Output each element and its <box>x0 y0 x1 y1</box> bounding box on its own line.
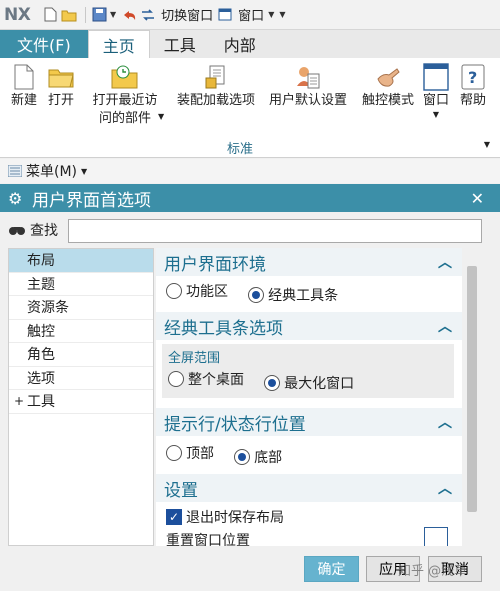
search-row: 查找 <box>0 212 500 248</box>
customize-qat-icon[interactable]: ▼ <box>279 10 285 19</box>
recent-folder-icon <box>82 62 168 92</box>
save-dropdown-icon[interactable]: ▼ <box>110 10 116 19</box>
svg-text:?: ? <box>468 68 477 87</box>
radio-maximized-window[interactable]: 最大化窗口 <box>264 370 354 396</box>
close-icon[interactable]: ✕ <box>471 189 484 208</box>
collapse-icon[interactable]: ︿ <box>438 252 452 272</box>
help-button[interactable]: ? 帮助 <box>456 62 490 110</box>
tab-tools[interactable]: 工具 <box>150 30 210 58</box>
collapse-icon[interactable]: ︿ <box>438 478 452 498</box>
section-header[interactable]: 设置 ︿ <box>156 474 462 502</box>
window-dropdown-icon[interactable]: ▼ <box>420 110 452 120</box>
switch-window-label[interactable]: 切换窗口 <box>161 5 213 24</box>
window-menu-label[interactable]: 窗口 <box>238 5 264 24</box>
open-recent-dropdown-icon[interactable]: ▼ <box>158 112 164 121</box>
window-dropdown-icon[interactable]: ▼ <box>268 10 274 19</box>
menu-bar: 菜单(M) ▼ <box>0 159 500 183</box>
radio-button[interactable] <box>166 283 182 299</box>
tree-item-theme[interactable]: 主题 <box>9 273 153 296</box>
tab-file[interactable]: 文件(F) <box>0 30 88 58</box>
section-header[interactable]: 经典工具条选项 ︿ <box>156 312 462 340</box>
open-button[interactable]: 打开 <box>44 62 78 110</box>
save-icon[interactable] <box>91 7 107 23</box>
tab-home[interactable]: 主页 <box>87 30 150 58</box>
radio-button[interactable] <box>234 449 251 465</box>
section-classic-toolbar-options: 经典工具条选项 ︿ 全屏范围 整个桌面 最大化窗口 <box>156 312 462 398</box>
ribbon-options-icon[interactable]: ▼ <box>484 140 490 149</box>
search-label: 查找 <box>30 223 58 239</box>
radio-ribbon[interactable]: 功能区 <box>166 278 228 304</box>
radio-button[interactable] <box>168 371 184 387</box>
section-settings: 设置 ︿ ✓ 退出时保存布局 重置窗口位置 <box>156 474 462 546</box>
ribbon-tabs: 文件(F) 主页 工具 内部 <box>0 30 500 58</box>
new-document-icon <box>6 62 42 92</box>
hand-pointer-icon <box>358 62 418 92</box>
watermark: 知乎 @浅草 <box>398 564 468 579</box>
section-prompt-line-position: 提示行/状态行位置 ︿ 顶部 底部 <box>156 408 462 470</box>
window-icon[interactable] <box>217 7 233 23</box>
search-input[interactable] <box>68 219 482 243</box>
section-header[interactable]: 提示行/状态行位置 ︿ <box>156 408 462 436</box>
ribbon-group-label: 标准 <box>226 142 253 157</box>
preferences-tree: 布局 主题 资源条 触控 角色 选项 + 工具 <box>8 248 154 546</box>
separator <box>85 6 86 23</box>
section-ui-environment: 用户界面环境 ︿ 功能区 经典工具条 <box>156 248 462 308</box>
binoculars-icon <box>8 224 26 236</box>
radio-whole-desktop[interactable]: 整个桌面 <box>168 366 244 392</box>
new-button[interactable]: 新建 <box>6 62 42 110</box>
section-header[interactable]: 用户界面环境 ︿ <box>156 248 462 276</box>
dialog-title: 用户界面首选项 <box>32 190 151 211</box>
ribbon-home-panel: 新建 打开 打开最近访 问的部件 ▼ 装配加载选项 用户默认设置 触控模式 窗口… <box>0 58 500 158</box>
reset-window-position-label: 重置窗口位置 <box>166 533 250 546</box>
touch-mode-button[interactable]: 触控模式 <box>358 62 418 110</box>
tree-item-tools[interactable]: + 工具 <box>9 390 153 414</box>
quick-access-toolbar: NX ▼ 切换窗口 窗口 ▼ ▼ <box>0 0 500 30</box>
panel-scrollbar[interactable] <box>463 248 483 546</box>
collapse-icon[interactable]: ︿ <box>438 316 452 336</box>
menu-icon <box>8 165 22 177</box>
nx-logo: NX <box>4 4 31 25</box>
menu-button[interactable]: 菜单(M) <box>26 161 77 181</box>
assembly-load-options-button[interactable]: 装配加载选项 <box>172 62 260 110</box>
tree-item-resource-bar[interactable]: 资源条 <box>9 296 153 320</box>
user-settings-icon <box>264 62 352 92</box>
reset-window-position-icon[interactable] <box>424 527 448 546</box>
collapse-icon[interactable]: ︿ <box>438 412 452 432</box>
open-folder-icon[interactable] <box>61 7 77 23</box>
tab-internal[interactable]: 内部 <box>210 30 270 58</box>
settings-panel: 用户界面环境 ︿ 功能区 经典工具条 经典工具条选项 ︿ 全屏范围 整个桌面 最… <box>156 248 462 546</box>
tree-item-touch[interactable]: 触控 <box>9 320 153 343</box>
undo-icon[interactable] <box>121 7 137 23</box>
radio-button[interactable] <box>248 287 265 303</box>
expand-icon[interactable]: + <box>14 394 24 408</box>
window-button[interactable]: 窗口 ▼ <box>420 62 452 120</box>
radio-top[interactable]: 顶部 <box>166 440 214 466</box>
menu-dropdown-icon[interactable]: ▼ <box>81 167 87 176</box>
radio-classic-toolbar[interactable]: 经典工具条 <box>248 282 338 308</box>
fullscreen-group: 全屏范围 整个桌面 最大化窗口 <box>162 344 454 398</box>
help-icon: ? <box>456 62 490 92</box>
open-recent-button[interactable]: 打开最近访 问的部件 <box>82 62 168 128</box>
fullscreen-group-label: 全屏范围 <box>168 350 221 366</box>
open-folder-icon <box>44 62 78 92</box>
user-defaults-button[interactable]: 用户默认设置 <box>264 62 352 110</box>
tree-item-options[interactable]: 选项 <box>9 367 153 390</box>
scrollbar-thumb[interactable] <box>467 266 477 512</box>
tree-item-role[interactable]: 角色 <box>9 343 153 367</box>
checkmark-icon[interactable]: ✓ <box>166 509 182 525</box>
window-icon <box>420 62 452 92</box>
dialog-title-bar: ⚙ 用户界面首选项 ✕ <box>0 184 500 212</box>
radio-button[interactable] <box>264 375 281 391</box>
new-file-icon[interactable] <box>42 7 58 23</box>
radio-button[interactable] <box>166 445 182 461</box>
ok-button[interactable]: 确定 <box>304 556 359 582</box>
save-layout-on-exit-checkbox[interactable]: ✓ 退出时保存布局 <box>166 504 284 530</box>
tree-item-layout[interactable]: 布局 <box>9 249 153 273</box>
assembly-load-icon <box>172 62 260 92</box>
gear-icon: ⚙ <box>8 188 23 208</box>
switch-window-icon[interactable] <box>140 7 156 23</box>
radio-bottom[interactable]: 底部 <box>234 444 282 470</box>
